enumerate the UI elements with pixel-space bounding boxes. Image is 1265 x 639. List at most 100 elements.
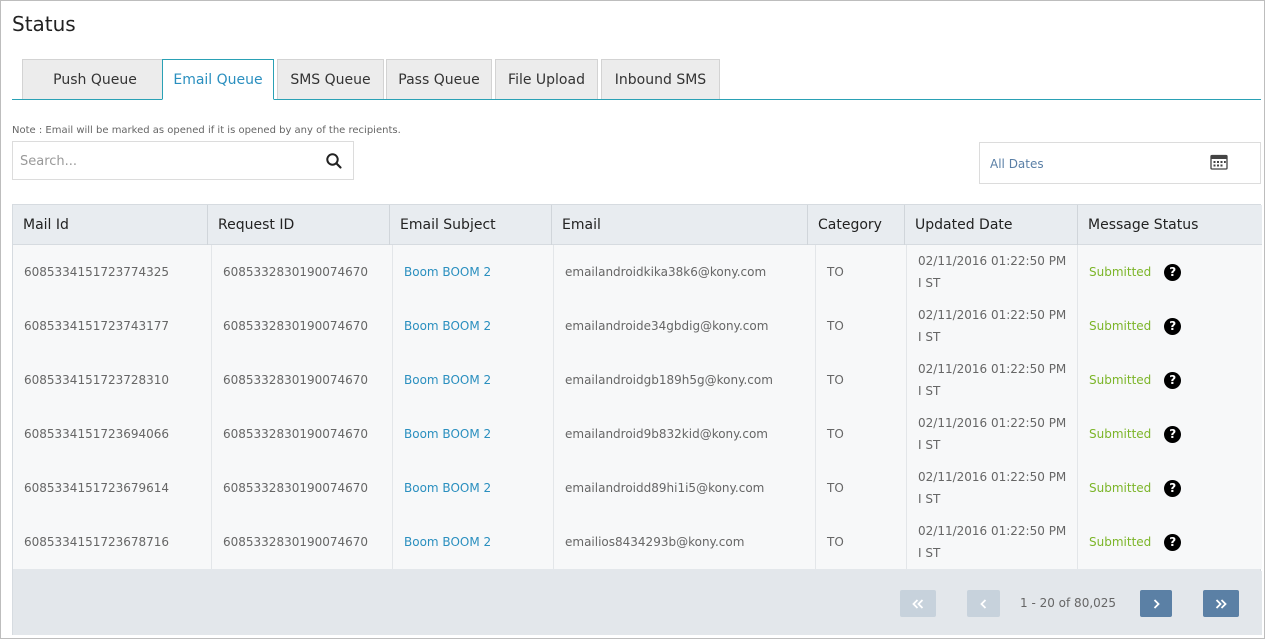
column-header-updated-date[interactable]: Updated Date [905, 205, 1078, 245]
tab-label: Pass Queue [398, 71, 480, 88]
table-row: 6085334151723728310 6085332830190074670 … [13, 353, 1262, 407]
help-icon[interactable]: ? [1164, 317, 1182, 335]
double-chevron-right-icon [1215, 598, 1227, 609]
table-row: 6085334151723774325 6085332830190074670 … [13, 245, 1262, 299]
category-cell: TO [816, 407, 907, 461]
status-submitted-link[interactable]: Submitted [1089, 373, 1151, 387]
updated-date-cell: 02/11/2016 01:22:50 PM I ST [907, 245, 1078, 299]
email-subject-link[interactable]: Boom BOOM 2 [393, 245, 554, 299]
status-submitted-link[interactable]: Submitted [1089, 427, 1151, 441]
search-box [12, 141, 354, 180]
tab-label: File Upload [508, 71, 585, 88]
column-header-category[interactable]: Category [808, 205, 905, 245]
email-cell: emailandroidd89hi1i5@kony.com [554, 461, 816, 515]
updated-date-cell: 02/11/2016 01:22:50 PM I ST [907, 353, 1078, 407]
date-filter[interactable]: All Dates [979, 142, 1261, 184]
calendar-icon[interactable] [1210, 154, 1228, 170]
status-submitted-link[interactable]: Submitted [1089, 265, 1151, 279]
page-title: Status [12, 12, 76, 36]
request-id-cell: 6085332830190074670 [212, 515, 393, 569]
email-queue-table: Mail Id Request ID Email Subject Email C… [12, 204, 1262, 635]
email-open-note: Note : Email will be marked as opened if… [12, 125, 401, 136]
updated-date-cell: 02/11/2016 01:22:50 PM I ST [907, 515, 1078, 569]
request-id-cell: 6085332830190074670 [212, 461, 393, 515]
category-cell: TO [816, 353, 907, 407]
mail-id-cell: 6085334151723728310 [13, 353, 212, 407]
email-subject-link[interactable]: Boom BOOM 2 [393, 515, 554, 569]
category-cell: TO [816, 515, 907, 569]
message-status-cell: Submitted ? [1078, 407, 1262, 461]
chevron-right-icon [1153, 598, 1160, 609]
updated-date-cell: 02/11/2016 01:22:50 PM I ST [907, 461, 1078, 515]
email-cell: emailandroidkika38k6@kony.com [554, 245, 816, 299]
tab-email-queue[interactable]: Email Queue [162, 59, 274, 100]
request-id-cell: 6085332830190074670 [212, 353, 393, 407]
chevron-left-icon [979, 598, 986, 609]
tab-file-upload[interactable]: File Upload [495, 59, 598, 99]
tab-label: Email Queue [173, 71, 263, 88]
last-page-button[interactable] [1203, 590, 1239, 617]
email-subject-link[interactable]: Boom BOOM 2 [393, 461, 554, 515]
date-filter-label: All Dates [990, 157, 1044, 171]
request-id-cell: 6085332830190074670 [212, 299, 393, 353]
search-icon[interactable] [325, 152, 343, 170]
category-cell: TO [816, 461, 907, 515]
tab-label: Inbound SMS [614, 71, 707, 88]
email-cell: emailandroid9b832kid@kony.com [554, 407, 816, 461]
tab-label: SMS Queue [290, 71, 371, 88]
previous-page-button[interactable] [967, 590, 1000, 617]
status-submitted-link[interactable]: Submitted [1089, 535, 1151, 549]
pagination-bar: 1 - 20 of 80,025 [13, 571, 1262, 635]
help-icon[interactable]: ? [1164, 425, 1182, 443]
tab-sms-queue[interactable]: SMS Queue [277, 59, 384, 99]
column-header-request-id[interactable]: Request ID [208, 205, 390, 245]
help-icon[interactable]: ? [1164, 533, 1182, 551]
help-icon[interactable]: ? [1164, 371, 1182, 389]
email-cell: emailandroide34gbdig@kony.com [554, 299, 816, 353]
table-row: 6085334151723678716 6085332830190074670 … [13, 515, 1262, 569]
mail-id-cell: 6085334151723743177 [13, 299, 212, 353]
request-id-cell: 6085332830190074670 [212, 245, 393, 299]
status-submitted-link[interactable]: Submitted [1089, 481, 1151, 495]
tab-pass-queue[interactable]: Pass Queue [386, 59, 492, 99]
email-subject-link[interactable]: Boom BOOM 2 [393, 299, 554, 353]
table-header: Mail Id Request ID Email Subject Email C… [13, 205, 1262, 245]
tab-push-queue[interactable]: Push Queue [22, 59, 168, 99]
mail-id-cell: 6085334151723678716 [13, 515, 212, 569]
double-chevron-left-icon [912, 598, 924, 609]
message-status-cell: Submitted ? [1078, 461, 1262, 515]
message-status-cell: Submitted ? [1078, 353, 1262, 407]
next-page-button[interactable] [1140, 590, 1172, 617]
search-input[interactable] [20, 151, 310, 171]
help-icon[interactable]: ? [1164, 263, 1182, 281]
mail-id-cell: 6085334151723774325 [13, 245, 212, 299]
table-row: 6085334151723743177 6085332830190074670 … [13, 299, 1262, 353]
column-header-mail-id[interactable]: Mail Id [13, 205, 208, 245]
email-cell: emailandroidgb189h5g@kony.com [554, 353, 816, 407]
email-subject-link[interactable]: Boom BOOM 2 [393, 407, 554, 461]
table-row: 6085334151723679614 6085332830190074670 … [13, 461, 1262, 515]
queue-tabs: Push Queue Email Queue SMS Queue Pass Qu… [12, 59, 1261, 100]
tab-inbound-sms[interactable]: Inbound SMS [601, 59, 720, 99]
mail-id-cell: 6085334151723679614 [13, 461, 212, 515]
status-submitted-link[interactable]: Submitted [1089, 319, 1151, 333]
updated-date-cell: 02/11/2016 01:22:50 PM I ST [907, 299, 1078, 353]
table-row: 6085334151723694066 6085332830190074670 … [13, 407, 1262, 461]
column-header-message-status[interactable]: Message Status [1078, 205, 1262, 245]
help-icon[interactable]: ? [1164, 479, 1182, 497]
category-cell: TO [816, 245, 907, 299]
message-status-cell: Submitted ? [1078, 299, 1262, 353]
column-header-email-subject[interactable]: Email Subject [390, 205, 552, 245]
category-cell: TO [816, 299, 907, 353]
pagination-info: 1 - 20 of 80,025 [1020, 596, 1117, 610]
message-status-cell: Submitted ? [1078, 245, 1262, 299]
first-page-button[interactable] [900, 590, 936, 617]
mail-id-cell: 6085334151723694066 [13, 407, 212, 461]
updated-date-cell: 02/11/2016 01:22:50 PM I ST [907, 407, 1078, 461]
email-subject-link[interactable]: Boom BOOM 2 [393, 353, 554, 407]
email-cell: emailios8434293b@kony.com [554, 515, 816, 569]
column-header-email[interactable]: Email [552, 205, 808, 245]
tab-label: Push Queue [53, 71, 137, 88]
message-status-cell: Submitted ? [1078, 515, 1262, 569]
request-id-cell: 6085332830190074670 [212, 407, 393, 461]
